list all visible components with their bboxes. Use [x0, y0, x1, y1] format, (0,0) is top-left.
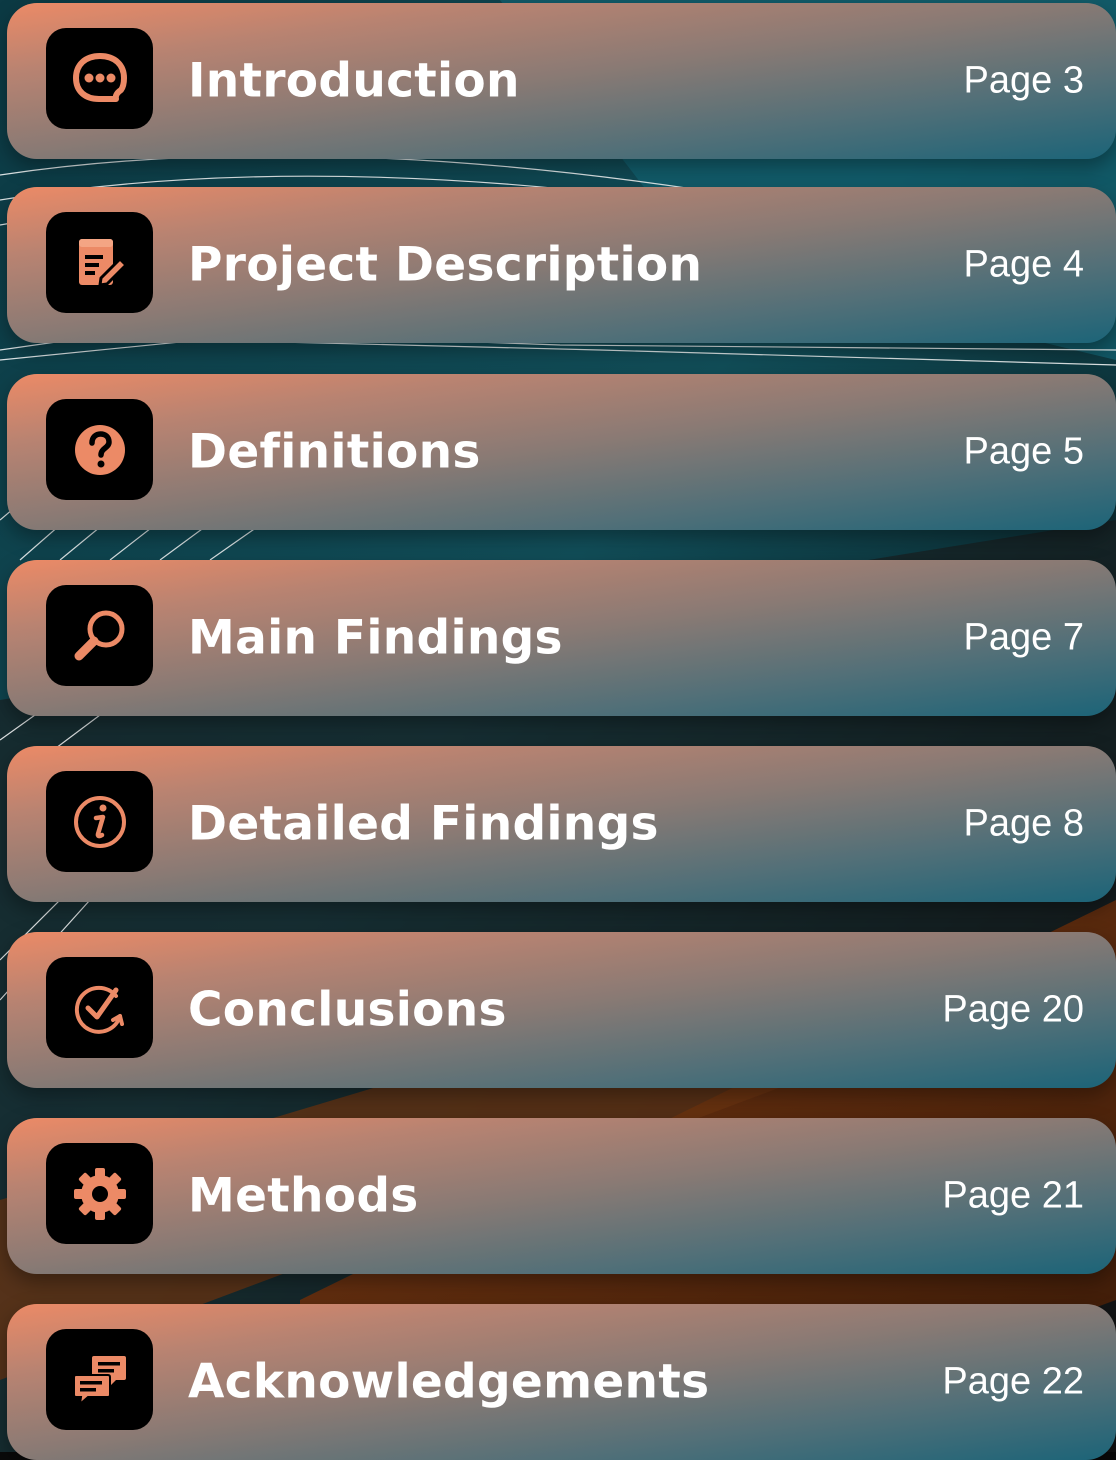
icon-box [46, 585, 153, 686]
toc-title: Acknowledgements [188, 1354, 710, 1410]
icon-box [46, 28, 153, 129]
speech-bubbles-icon [72, 1355, 126, 1407]
toc-item-methods[interactable]: Methods Page 21 [7, 1118, 1116, 1274]
toc-title: Main Findings [188, 610, 563, 666]
toc-page-number: Page 20 [942, 988, 1084, 1031]
document-edit-icon [78, 238, 127, 286]
toc-page-number: Page 22 [942, 1360, 1084, 1403]
check-cycle-icon [74, 985, 124, 1034]
icon-box [46, 212, 153, 313]
toc-page-number: Page 5 [963, 430, 1084, 473]
toc-title: Conclusions [188, 982, 507, 1038]
table-of-contents: Introduction Page 3 Project Description … [0, 0, 1116, 1460]
toc-page-number: Page 4 [963, 243, 1084, 286]
toc-item-definitions[interactable]: Definitions Page 5 [7, 374, 1116, 530]
icon-box [46, 399, 153, 500]
toc-title: Methods [188, 1168, 419, 1224]
question-icon [74, 424, 125, 475]
toc-title: Introduction [188, 53, 520, 109]
toc-item-main-findings[interactable]: Main Findings Page 7 [7, 560, 1116, 716]
toc-page-number: Page 8 [963, 802, 1084, 845]
gear-icon [73, 1167, 126, 1220]
magnifier-icon [74, 610, 124, 660]
toc-item-project-description[interactable]: Project Description Page 4 [7, 187, 1116, 343]
info-icon [73, 795, 126, 848]
toc-page-number: Page 7 [963, 616, 1084, 659]
toc-title: Definitions [188, 424, 481, 480]
chat-bubble-icon [72, 52, 127, 102]
toc-item-introduction[interactable]: Introduction Page 3 [7, 3, 1116, 159]
toc-title: Detailed Findings [188, 796, 659, 852]
toc-item-conclusions[interactable]: Conclusions Page 20 [7, 932, 1116, 1088]
icon-box [46, 957, 153, 1058]
toc-item-detailed-findings[interactable]: Detailed Findings Page 8 [7, 746, 1116, 902]
toc-page-number: Page 21 [942, 1174, 1084, 1217]
toc-title: Project Description [188, 237, 703, 293]
toc-page-number: Page 3 [963, 59, 1084, 102]
icon-box [46, 1329, 153, 1430]
icon-box [46, 771, 153, 872]
icon-box [46, 1143, 153, 1244]
toc-item-acknowledgements[interactable]: Acknowledgements Page 22 [7, 1304, 1116, 1460]
